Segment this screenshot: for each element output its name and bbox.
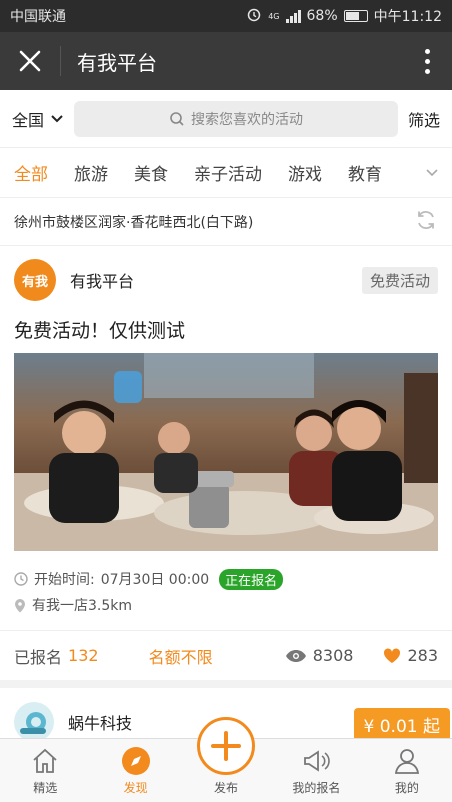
event-start-row: 开始时间: 07月30日 00:00 正在报名 <box>14 568 284 590</box>
tab-my-registrations[interactable]: 我的报名 <box>271 739 361 802</box>
registration-status-badge: 正在报名 <box>219 568 284 590</box>
search-placeholder: 搜索您喜欢的活动 <box>191 111 303 128</box>
tab-games[interactable]: 游戏 <box>288 160 322 185</box>
category-tabs: 全部 旅游 美食 亲子活动 游戏 教育 <box>0 148 452 198</box>
search-icon <box>170 111 184 126</box>
tab-family[interactable]: 亲子活动 <box>194 160 262 185</box>
organizer-logo-snail <box>14 702 54 742</box>
heart-icon <box>384 647 401 663</box>
plus-icon <box>211 731 242 761</box>
card-separator <box>0 680 452 688</box>
signal-icon <box>285 9 301 23</box>
tab-label: 我的报名 <box>292 781 341 795</box>
tab-publish[interactable]: 发布 <box>181 717 271 802</box>
event-title: 免费活动！仅供测试 <box>14 320 186 342</box>
filter-button[interactable]: 筛选 <box>408 107 440 131</box>
organizer-logo: 有我 <box>14 259 56 301</box>
eye-icon <box>285 649 306 662</box>
organizer-name: 有我平台 <box>70 272 135 291</box>
tab-label: 精选 <box>33 781 58 795</box>
event-venue-row: 有我一店3.5km <box>14 594 132 616</box>
publish-button[interactable] <box>197 717 256 775</box>
current-location: 徐州市鼓楼区润家·香花畦西北(白下路) <box>0 198 452 246</box>
expand-categories-button[interactable] <box>412 148 452 197</box>
tab-all[interactable]: 全部 <box>14 160 48 185</box>
tab-label: 我的 <box>394 781 419 795</box>
organizer-name-2: 蜗牛科技 <box>68 714 133 733</box>
likes-count: 283 <box>407 646 438 665</box>
user-icon <box>393 745 421 777</box>
event-photo-image <box>14 353 438 551</box>
location-address: 徐州市鼓楼区润家·香花畦西北(白下路) <box>14 214 254 231</box>
battery-icon <box>343 10 368 22</box>
tab-label: 发现 <box>123 781 148 795</box>
event-stats-row: 已报名 132 名额不限 8308 283 <box>0 630 452 680</box>
tab-discover[interactable]: 发现 <box>90 739 180 802</box>
region-selector[interactable]: 全国 <box>12 107 64 131</box>
chevron-down-icon <box>426 169 438 177</box>
organizer-row: 有我 有我平台 免费活动 <box>14 258 438 302</box>
network-type: 4G <box>268 11 280 21</box>
home-icon <box>31 745 59 777</box>
event-type-tag: 免费活动 <box>361 266 438 294</box>
carrier-name: 中国联通 <box>10 9 66 25</box>
event-photo[interactable] <box>14 353 438 551</box>
venue-distance: 有我一店3.5km <box>32 598 133 614</box>
megaphone-icon <box>301 745 331 777</box>
alarm-icon <box>246 6 262 26</box>
price-badge: ¥ 0.01 起 <box>353 708 450 741</box>
tab-travel[interactable]: 旅游 <box>74 160 108 185</box>
refresh-icon <box>418 210 434 229</box>
refresh-location-button[interactable] <box>414 208 438 236</box>
region-label: 全国 <box>12 110 45 130</box>
clock-icon <box>14 572 28 586</box>
close-icon <box>19 50 41 72</box>
start-time-value: 07月30日 00:00 <box>100 572 210 588</box>
bottom-tab-bar: 精选 发现 发布 我的报名 我的 <box>0 717 452 802</box>
close-button[interactable] <box>0 32 60 90</box>
registered-count: 132 <box>68 646 99 665</box>
start-time-label: 开始时间: <box>34 572 95 588</box>
chevron-down-icon <box>51 114 63 122</box>
tab-education[interactable]: 教育 <box>348 160 382 185</box>
title-bar: 有我平台 <box>0 32 452 90</box>
location-pin-icon <box>15 598 25 612</box>
page-title: 有我平台 <box>77 50 157 75</box>
views-stat: 8308 <box>285 646 354 665</box>
battery-percent: 68% <box>306 8 338 24</box>
search-row: 全国 搜索您喜欢的活动 筛选 <box>0 90 452 148</box>
search-input[interactable]: 搜索您喜欢的活动 <box>74 100 398 137</box>
tab-profile[interactable]: 我的 <box>362 739 452 802</box>
quota-label: 名额不限 <box>148 647 213 667</box>
tab-food[interactable]: 美食 <box>134 160 168 185</box>
tab-featured[interactable]: 精选 <box>0 739 90 802</box>
tab-label: 发布 <box>214 781 239 795</box>
like-button[interactable]: 283 <box>383 646 438 665</box>
registered-label: 已报名 <box>14 647 63 667</box>
status-bar: 中国联通 4G 68% 中午11:12 <box>0 0 452 32</box>
clock: 中午11:12 <box>373 9 442 25</box>
compass-icon <box>121 745 151 777</box>
more-menu-button[interactable] <box>402 48 452 74</box>
views-count: 8308 <box>312 646 354 665</box>
